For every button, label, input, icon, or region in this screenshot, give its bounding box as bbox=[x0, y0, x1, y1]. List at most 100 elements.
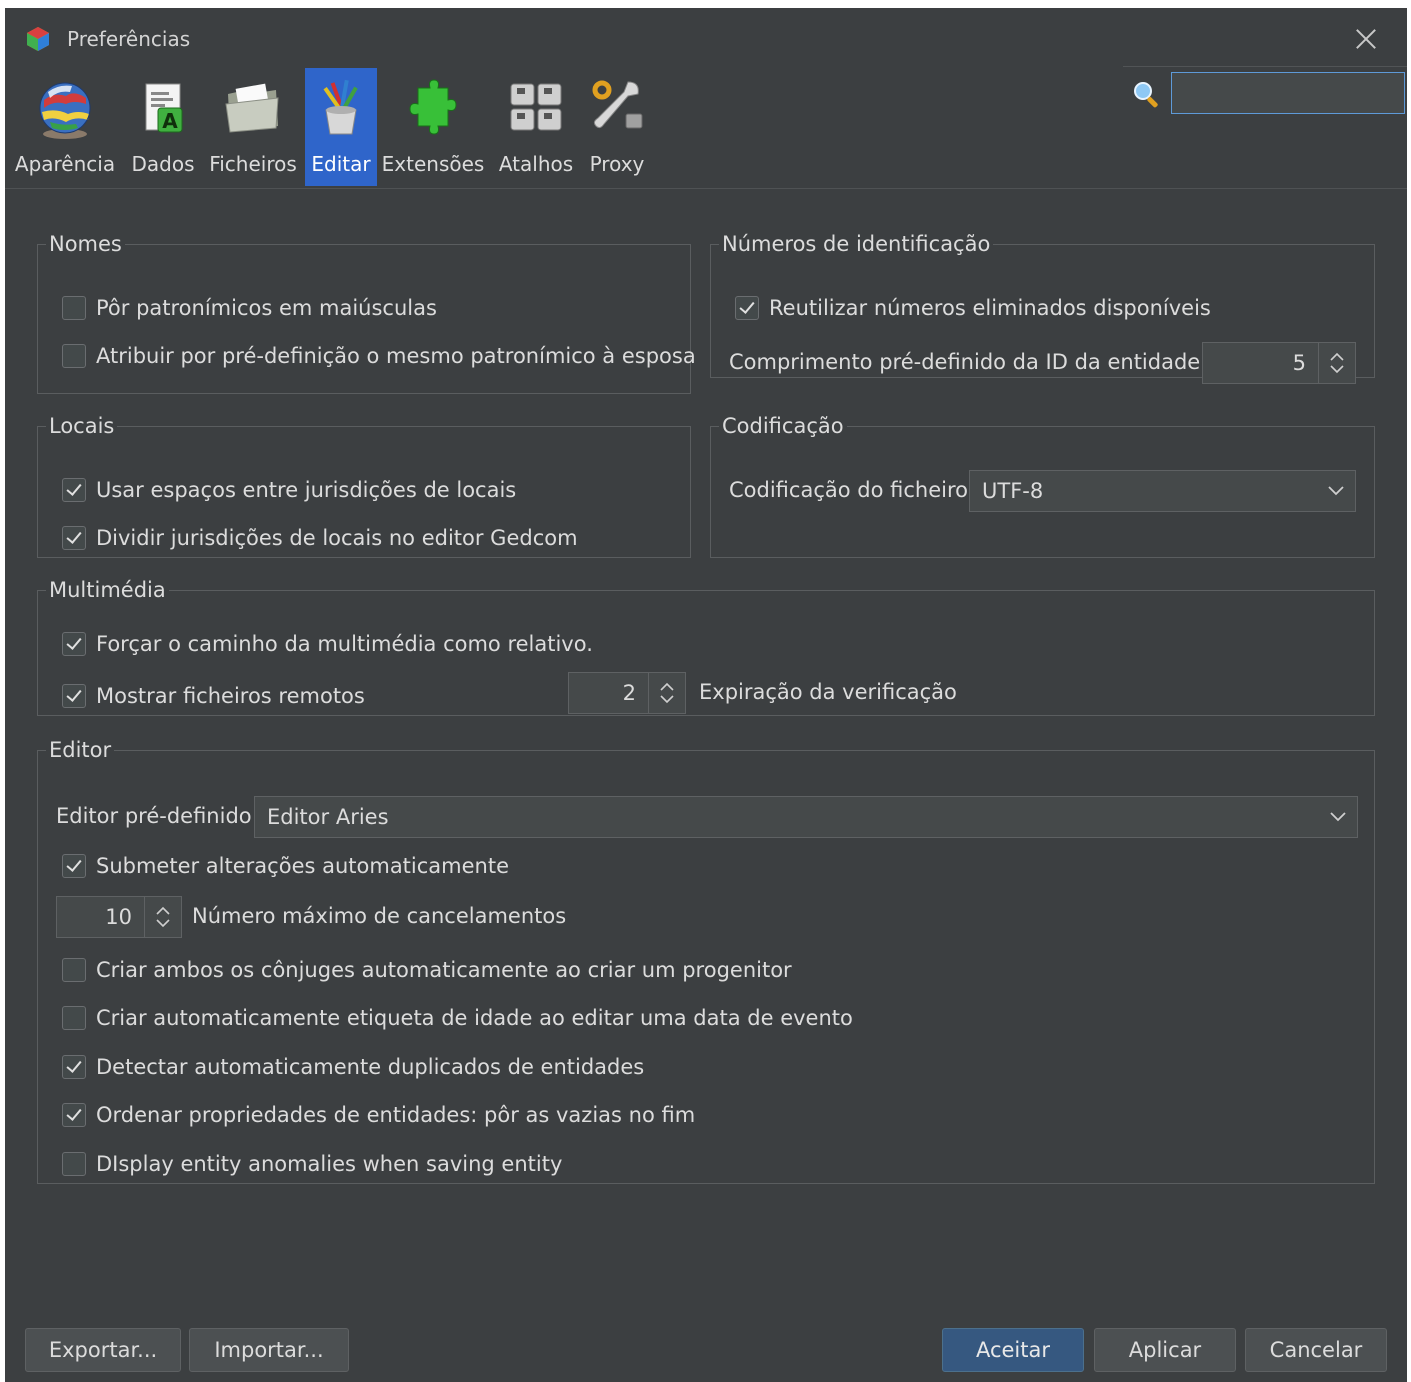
preferences-window: Preferências Aparência A Dados Ficheiros… bbox=[5, 8, 1407, 1382]
window-title: Preferências bbox=[67, 27, 191, 51]
multimedia-group: Multimédia Forçar o caminho da multimédi… bbox=[37, 578, 1375, 716]
tab-atalhos[interactable]: Atalhos bbox=[495, 68, 577, 186]
checkbox[interactable] bbox=[62, 344, 86, 368]
encoding-label: Codificação do ficheiro bbox=[729, 478, 968, 502]
chevron-down-icon bbox=[1330, 812, 1346, 822]
tab-ficheiros[interactable]: Ficheiros bbox=[205, 68, 301, 186]
editor-group: Editor Editor pré-definido Editor Aries … bbox=[37, 738, 1375, 1184]
multimedia-option-remote[interactable]: Mostrar ficheiros remotos bbox=[62, 684, 365, 708]
tab-label: Proxy bbox=[589, 152, 645, 176]
checkbox[interactable] bbox=[62, 526, 86, 550]
tools-icon bbox=[592, 80, 643, 129]
nomes-title: Nomes bbox=[49, 232, 122, 256]
option-label: Pôr patronímicos em maiúsculas bbox=[96, 296, 437, 320]
toolbar-separator bbox=[5, 188, 1407, 189]
option-label: Criar ambos os cônjuges automaticamente … bbox=[96, 958, 792, 982]
checkbox[interactable] bbox=[735, 296, 759, 320]
multimedia-option-relative[interactable]: Forçar o caminho da multimédia como rela… bbox=[62, 632, 593, 656]
tab-label: Atalhos bbox=[498, 152, 574, 176]
accept-button[interactable]: Aceitar bbox=[942, 1328, 1084, 1372]
checkbox[interactable] bbox=[62, 684, 86, 708]
export-button[interactable]: Exportar... bbox=[25, 1328, 181, 1372]
editor-option-age[interactable]: Criar automaticamente etiqueta de idade … bbox=[62, 1006, 853, 1030]
option-label: Mostrar ficheiros remotos bbox=[96, 684, 365, 708]
chevron-down-icon bbox=[1328, 486, 1344, 496]
keys-icon bbox=[510, 83, 562, 131]
default-editor-value: Editor Aries bbox=[267, 805, 389, 829]
expiry-spinner[interactable]: 2 bbox=[568, 672, 686, 714]
document-icon: A bbox=[145, 83, 183, 133]
codificacao-group: Codificação Codificação do ficheiro UTF-… bbox=[710, 414, 1375, 558]
option-label: Atribuir por pré-definição o mesmo patro… bbox=[96, 344, 696, 368]
tab-editar[interactable]: Editar bbox=[305, 68, 377, 186]
ids-option-reuse[interactable]: Reutilizar números eliminados disponívei… bbox=[735, 296, 1211, 320]
checkbox[interactable] bbox=[62, 296, 86, 320]
option-label: Submeter alterações automaticamente bbox=[96, 854, 510, 878]
editor-option-duplicates[interactable]: Detectar automaticamente duplicados de e… bbox=[62, 1055, 644, 1079]
nomes-option-uppercase[interactable]: Pôr patronímicos em maiúsculas bbox=[62, 296, 437, 320]
tab-extensoes[interactable]: Extensões bbox=[381, 68, 485, 186]
option-label: Ordenar propriedades de entidades: pôr a… bbox=[96, 1103, 696, 1127]
spinner-arrows-icon[interactable] bbox=[144, 897, 181, 937]
tab-proxy[interactable]: Proxy bbox=[581, 68, 653, 186]
nomes-group: Nomes Pôr patronímicos em maiúsculas Atr… bbox=[37, 232, 696, 394]
checkbox[interactable] bbox=[62, 478, 86, 502]
spinner-arrows-icon[interactable] bbox=[1318, 343, 1355, 383]
checkbox[interactable] bbox=[62, 854, 86, 878]
option-label: Reutilizar números eliminados disponívei… bbox=[769, 296, 1211, 320]
editor-title: Editor bbox=[49, 738, 112, 762]
close-icon[interactable] bbox=[1349, 22, 1383, 56]
id-length-label: Comprimento pré-definido da ID da entida… bbox=[729, 350, 1208, 374]
checkbox[interactable] bbox=[62, 1103, 86, 1127]
default-editor-label: Editor pré-definido bbox=[56, 804, 252, 828]
checkbox[interactable] bbox=[62, 1055, 86, 1079]
tab-aparencia[interactable]: Aparência bbox=[13, 68, 117, 186]
locais-option-split[interactable]: Dividir jurisdições de locais no editor … bbox=[62, 526, 578, 550]
editor-option-sort[interactable]: Ordenar propriedades de entidades: pôr a… bbox=[62, 1103, 695, 1127]
search-icon bbox=[1134, 82, 1158, 108]
cancel-button[interactable]: Cancelar bbox=[1245, 1328, 1387, 1372]
encoding-value: UTF-8 bbox=[982, 479, 1044, 503]
tab-dados[interactable]: A Dados bbox=[125, 68, 201, 186]
checkbox[interactable] bbox=[62, 632, 86, 656]
option-label: Dividir jurisdições de locais no editor … bbox=[96, 526, 578, 550]
locais-option-spaces[interactable]: Usar espaços entre jurisdições de locais bbox=[62, 478, 516, 502]
option-label: Usar espaços entre jurisdições de locais bbox=[96, 478, 517, 502]
spinner-arrows-icon[interactable] bbox=[648, 673, 685, 713]
option-label: Detectar automaticamente duplicados de e… bbox=[96, 1055, 645, 1079]
brushes-icon bbox=[323, 79, 358, 135]
undo-label: Número máximo de cancelamentos bbox=[192, 904, 567, 928]
option-label: DIsplay entity anomalies when saving ent… bbox=[96, 1152, 563, 1176]
checkbox[interactable] bbox=[62, 958, 86, 982]
locais-group: Locais Usar espaços entre jurisdições de… bbox=[37, 414, 691, 558]
nomes-option-spouse[interactable]: Atribuir por pré-definição o mesmo patro… bbox=[62, 344, 696, 368]
svg-text:A: A bbox=[162, 109, 178, 133]
id-length-spinner[interactable]: 5 bbox=[1202, 342, 1356, 384]
ids-title: Números de identificação bbox=[722, 232, 991, 256]
option-label: Forçar o caminho da multimédia como rela… bbox=[96, 632, 593, 656]
editor-option-autosubmit[interactable]: Submeter alterações automaticamente bbox=[62, 854, 509, 878]
undo-spinner[interactable]: 10 bbox=[56, 896, 182, 938]
option-label: Criar automaticamente etiqueta de idade … bbox=[96, 1006, 853, 1030]
codificacao-title: Codificação bbox=[722, 414, 844, 438]
spinner-value[interactable]: 5 bbox=[1203, 343, 1318, 383]
editor-option-anomalies[interactable]: DIsplay entity anomalies when saving ent… bbox=[62, 1152, 562, 1176]
editor-option-spouses[interactable]: Criar ambos os cônjuges automaticamente … bbox=[62, 958, 792, 982]
apply-button[interactable]: Aplicar bbox=[1094, 1328, 1236, 1372]
locais-title: Locais bbox=[49, 414, 115, 438]
tab-label: Editar bbox=[311, 152, 371, 176]
globe-icon bbox=[39, 82, 91, 139]
checkbox[interactable] bbox=[62, 1006, 86, 1030]
default-editor-select[interactable]: Editor Aries bbox=[254, 796, 1358, 838]
search-input[interactable] bbox=[1171, 72, 1405, 114]
tab-label: Extensões bbox=[381, 152, 485, 176]
encoding-select[interactable]: UTF-8 bbox=[969, 470, 1356, 512]
expiry-label: Expiração da verificação bbox=[699, 680, 957, 704]
app-logo-icon bbox=[27, 27, 49, 51]
spinner-value[interactable]: 2 bbox=[569, 673, 648, 713]
tab-label: Aparência bbox=[14, 152, 116, 176]
import-button[interactable]: Importar... bbox=[189, 1328, 349, 1372]
checkbox[interactable] bbox=[62, 1152, 86, 1176]
folder-icon bbox=[225, 83, 279, 133]
spinner-value[interactable]: 10 bbox=[57, 897, 144, 937]
